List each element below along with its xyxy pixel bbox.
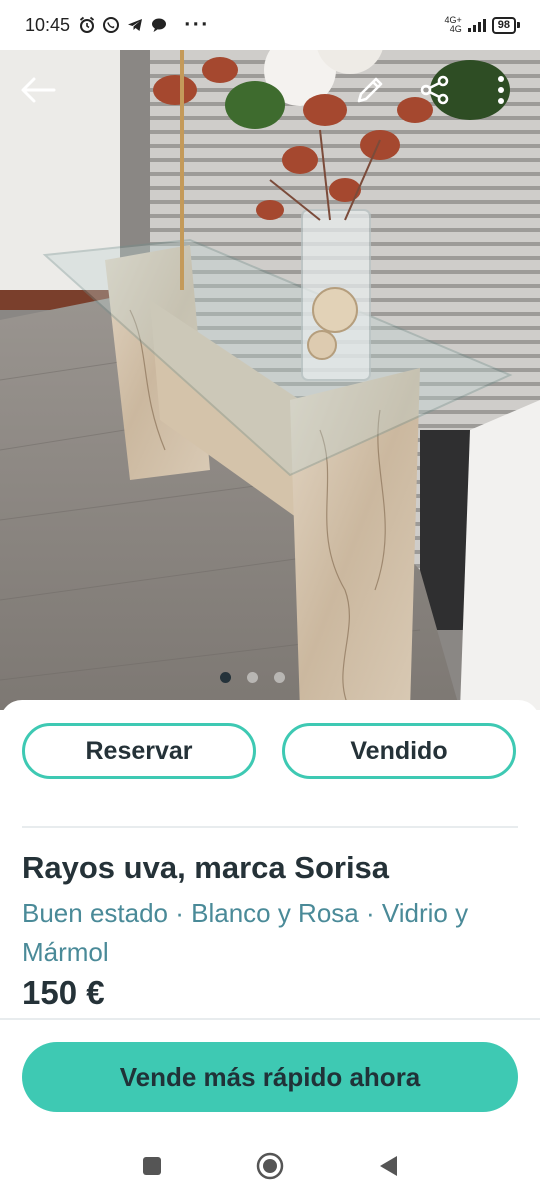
- back-nav-button[interactable]: [368, 1146, 408, 1186]
- pencil-icon: [357, 77, 383, 103]
- product-photo[interactable]: [0, 50, 540, 710]
- share-button[interactable]: [411, 66, 459, 114]
- divider: [22, 826, 518, 828]
- telegram-icon: [126, 16, 144, 34]
- notification-icons: ···: [78, 15, 209, 35]
- listing-price: 150 €: [22, 974, 105, 1011]
- chat-icon: [150, 16, 168, 34]
- share-icon: [420, 75, 449, 105]
- home-icon: [256, 1152, 284, 1180]
- whatsapp-icon: [102, 16, 120, 34]
- listing-title: Rayos uva, marca Sorisa: [22, 850, 390, 885]
- home-button[interactable]: [250, 1146, 290, 1186]
- divider: [0, 1018, 540, 1020]
- back-button[interactable]: [14, 66, 62, 114]
- status-bar: 10:45 ··· 4G+ 4G 98: [0, 0, 540, 50]
- back-icon: [380, 1156, 397, 1176]
- back-arrow-icon: [21, 77, 56, 103]
- more-vertical-icon: [498, 76, 504, 104]
- battery-level: 98: [491, 16, 516, 34]
- reserve-button[interactable]: Reservar: [22, 723, 256, 779]
- pagination-dot[interactable]: [247, 672, 258, 683]
- alarm-icon: [78, 16, 96, 34]
- listing-details: Buen estado · Blanco y Rosa · Vidrio y M…: [22, 898, 469, 967]
- photo-illustration: [0, 50, 540, 710]
- sold-button[interactable]: Vendido: [282, 723, 516, 779]
- status-time: 10:45: [25, 14, 71, 35]
- more-options-button[interactable]: [477, 66, 525, 114]
- sell-faster-button[interactable]: Vende más rápido ahora: [22, 1042, 518, 1112]
- network-type: 4G+ 4G: [444, 15, 462, 34]
- system-indicators: 4G+ 4G 98: [444, 16, 520, 34]
- pagination-dot[interactable]: [220, 672, 231, 683]
- signal-icon: [467, 18, 486, 32]
- battery-icon: 98: [491, 16, 520, 34]
- recents-icon: [143, 1157, 161, 1175]
- recents-button[interactable]: [132, 1146, 172, 1186]
- edit-button[interactable]: [346, 66, 394, 114]
- pagination-dot[interactable]: [274, 672, 285, 683]
- more-notifications-icon: ···: [184, 15, 210, 35]
- navigation-bar: [0, 1130, 540, 1200]
- image-pagination: [0, 672, 540, 683]
- listing-sheet: Reservar Vendido Rayos uva, marca Sorisa…: [0, 700, 540, 1130]
